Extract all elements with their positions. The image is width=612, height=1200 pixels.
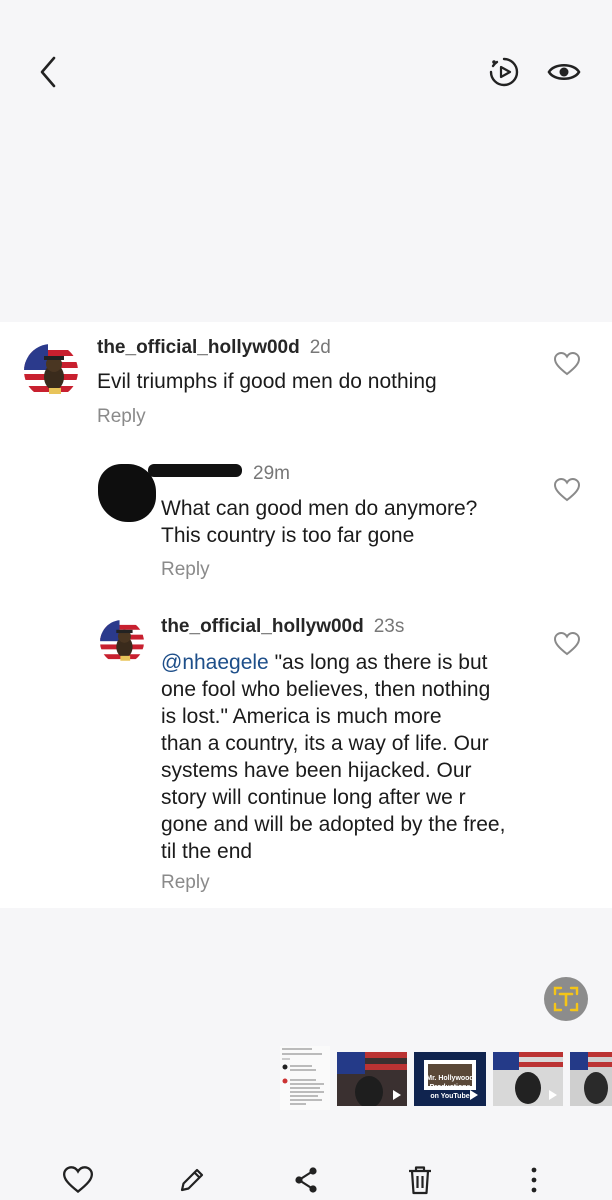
text-scan-icon (553, 986, 579, 1012)
pencil-icon (180, 1168, 204, 1192)
share-icon (295, 1167, 317, 1193)
more-options-button[interactable] (516, 1162, 552, 1198)
more-vertical-icon (531, 1167, 537, 1193)
flag-avatar-icon (100, 620, 144, 664)
thumb-caption: Mr. Hollywood Productions on YouTube (426, 1075, 474, 1100)
filmstrip-thumb[interactable] (570, 1052, 612, 1106)
comment-text-line: What can good men do anymore? (161, 497, 478, 520)
back-button[interactable] (30, 52, 66, 92)
edit-button[interactable] (174, 1162, 210, 1198)
filmstrip-thumb[interactable]: Mr. Hollywood Productions on YouTube (414, 1052, 486, 1106)
extract-text-button[interactable] (544, 977, 588, 1021)
flag-avatar-icon (24, 344, 78, 398)
trash-icon (409, 1166, 431, 1195)
comment-text: What can good men do anymore? This count… (161, 495, 477, 549)
comment-username[interactable]: the_official_hollyw00d 2d (97, 337, 331, 359)
comment-username[interactable]: the_official_hollyw00d 23s (161, 616, 404, 638)
filmstrip-thumb[interactable] (337, 1052, 407, 1106)
comment-text-line: than a country, its a way of life. Our (161, 732, 489, 755)
heart-icon[interactable] (554, 632, 580, 656)
heart-icon (63, 1166, 93, 1194)
comment-text-line: til the end (161, 840, 253, 863)
thumb-preview (493, 1052, 563, 1106)
mention-link[interactable]: @nhaegele (161, 651, 269, 674)
comment-text: @nhaegele "as long as there is but one f… (161, 649, 541, 865)
comment-text-line: one fool who believes, then nothing (161, 678, 491, 701)
comment-time: 23s (373, 616, 405, 637)
comment-text: Evil triumphs if good men do nothing (97, 370, 437, 393)
eye-icon (547, 63, 581, 81)
comment-text-line: is lost." America is much more (161, 705, 442, 728)
comment-text-line: This country is too far gone (161, 524, 415, 547)
heart-icon[interactable] (554, 478, 580, 502)
filmstrip-thumb[interactable] (493, 1052, 563, 1106)
comment-text-line: @nhaegele "as long as there is but (161, 651, 488, 674)
thumb-preview (337, 1052, 407, 1106)
comment-time: 2d (309, 337, 331, 358)
top-bar (0, 0, 612, 150)
comment-text-line: systems have been hijacked. Our (161, 759, 472, 782)
reply-button[interactable]: Reply (161, 872, 210, 894)
share-button[interactable] (288, 1162, 324, 1198)
motion-photo-icon (489, 57, 519, 87)
reply-button[interactable]: Reply (161, 559, 210, 581)
comment-text-line: gone and will be adopted by the free, (161, 813, 506, 836)
avatar (24, 344, 78, 398)
redacted-username (148, 464, 242, 477)
avatar (100, 620, 144, 664)
view-button[interactable] (544, 54, 584, 90)
reply-button[interactable]: Reply (97, 406, 146, 428)
comment-time: 29m (253, 463, 290, 484)
delete-button[interactable] (402, 1162, 438, 1198)
motion-photo-button[interactable] (486, 54, 522, 90)
filmstrip-thumb-current[interactable] (280, 1046, 330, 1110)
comment-text-line: story will continue long after we r (161, 786, 466, 809)
chevron-left-icon (40, 56, 56, 88)
thumb-preview (570, 1052, 612, 1106)
favorite-button[interactable] (60, 1162, 96, 1198)
bottom-action-bar (0, 1130, 612, 1200)
thumb-preview (282, 1048, 324, 1105)
heart-icon[interactable] (554, 352, 580, 376)
